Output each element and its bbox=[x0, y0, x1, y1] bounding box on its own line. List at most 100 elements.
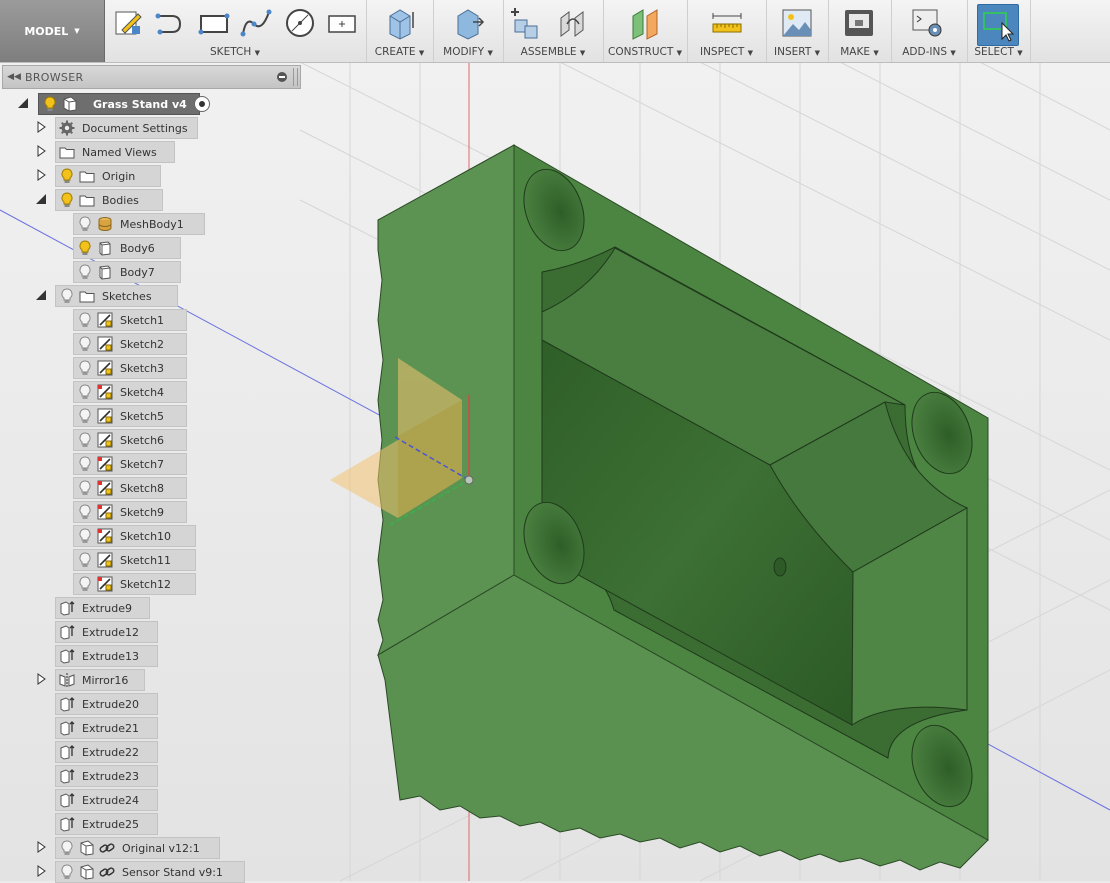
collapsed-arrow-icon[interactable] bbox=[35, 865, 47, 877]
insert-image-icon[interactable] bbox=[781, 6, 813, 40]
lightbulb-off-icon[interactable] bbox=[76, 575, 94, 593]
extrude12-node[interactable]: Extrude12 bbox=[55, 621, 158, 643]
tree-row-extrude22[interactable]: Extrude22 bbox=[0, 740, 300, 763]
tree-row-body6[interactable]: Body6 bbox=[0, 236, 300, 259]
sketch11-node[interactable]: Sketch11 bbox=[73, 549, 196, 571]
sketch10-node[interactable]: Sketch10 bbox=[73, 525, 196, 547]
modify-menu[interactable]: MODIFY ▼ bbox=[433, 46, 503, 58]
tree-row-extrude13[interactable]: Extrude13 bbox=[0, 644, 300, 667]
expanded-arrow-icon[interactable] bbox=[35, 289, 47, 301]
collapsed-arrow-icon[interactable] bbox=[35, 145, 47, 157]
origin-folder-node[interactable]: Origin bbox=[55, 165, 161, 187]
line-icon[interactable] bbox=[154, 6, 186, 40]
make-menu[interactable]: MAKE ▼ bbox=[828, 46, 891, 58]
tree-row-extrude24[interactable]: Extrude24 bbox=[0, 788, 300, 811]
tree-row-sketch12[interactable]: Sketch12 bbox=[0, 572, 300, 595]
extrude9-node[interactable]: Extrude9 bbox=[55, 597, 150, 619]
collapsed-arrow-icon[interactable] bbox=[35, 121, 47, 133]
workspace-switcher-button[interactable]: MODEL ▼ bbox=[0, 0, 105, 62]
lightbulb-off-icon[interactable] bbox=[76, 335, 94, 353]
tree-row-sketch6[interactable]: Sketch6 bbox=[0, 428, 300, 451]
collapsed-arrow-icon[interactable] bbox=[35, 673, 47, 685]
tree-row-sketch3[interactable]: Sketch3 bbox=[0, 356, 300, 379]
tree-row-sketch7[interactable]: Sketch7 bbox=[0, 452, 300, 475]
original-component-node[interactable]: Original v12:1 bbox=[55, 837, 220, 859]
origin-point[interactable] bbox=[464, 475, 474, 485]
lightbulb-off-icon[interactable] bbox=[58, 287, 76, 305]
create-menu[interactable]: CREATE ▼ bbox=[366, 46, 433, 58]
sketch2-node[interactable]: Sketch2 bbox=[73, 333, 187, 355]
lightbulb-on-icon[interactable] bbox=[58, 167, 76, 185]
extrude23-node[interactable]: Extrude23 bbox=[55, 765, 158, 787]
extrude25-node[interactable]: Extrude25 bbox=[55, 813, 158, 835]
extrude20-node[interactable]: Extrude20 bbox=[55, 693, 158, 715]
lightbulb-off-icon[interactable] bbox=[76, 431, 94, 449]
measure-icon[interactable] bbox=[711, 6, 743, 40]
lightbulb-off-icon[interactable] bbox=[76, 503, 94, 521]
tree-row-sketch1[interactable]: Sketch1 bbox=[0, 308, 300, 331]
tree-row-extrude12[interactable]: Extrude12 bbox=[0, 620, 300, 643]
tree-row-sketch11[interactable]: Sketch11 bbox=[0, 548, 300, 571]
sketch1-node[interactable]: Sketch1 bbox=[73, 309, 187, 331]
collapse-panel-icon[interactable]: ◀◀ bbox=[3, 72, 25, 82]
sketch-menu[interactable]: SKETCH ▼ bbox=[104, 46, 366, 58]
sketch5-node[interactable]: Sketch5 bbox=[73, 405, 187, 427]
extrude22-node[interactable]: Extrude22 bbox=[55, 741, 158, 763]
tree-row-origin-folder[interactable]: Origin bbox=[0, 164, 300, 187]
tree-row-named-views[interactable]: Named Views bbox=[0, 140, 300, 163]
lightbulb-off-icon[interactable] bbox=[76, 359, 94, 377]
expanded-arrow-icon[interactable] bbox=[17, 97, 29, 109]
insert-menu[interactable]: INSERT ▼ bbox=[766, 46, 828, 58]
lightbulb-off-icon[interactable] bbox=[76, 263, 94, 281]
tree-row-document-settings[interactable]: Document Settings bbox=[0, 116, 300, 139]
lightbulb-on-icon[interactable] bbox=[76, 239, 94, 257]
tree-row-sketch2[interactable]: Sketch2 bbox=[0, 332, 300, 355]
new-component-icon[interactable] bbox=[511, 6, 543, 40]
inspect-menu[interactable]: INSPECT ▼ bbox=[687, 46, 766, 58]
sketch4-node[interactable]: Sketch4 bbox=[73, 381, 187, 403]
sketch9-node[interactable]: Sketch9 bbox=[73, 501, 187, 523]
minimize-panel-icon[interactable] bbox=[277, 72, 287, 82]
tree-row-extrude20[interactable]: Extrude20 bbox=[0, 692, 300, 715]
lightbulb-off-icon[interactable] bbox=[76, 551, 94, 569]
lightbulb-off-icon[interactable] bbox=[76, 383, 94, 401]
lightbulb-off-icon[interactable] bbox=[76, 455, 94, 473]
meshbody1-node[interactable]: MeshBody1 bbox=[73, 213, 205, 235]
lightbulb-on-icon[interactable] bbox=[58, 191, 76, 209]
circle-icon[interactable] bbox=[284, 6, 316, 40]
spline-icon[interactable] bbox=[240, 6, 272, 40]
offset-plane-icon[interactable] bbox=[629, 6, 661, 40]
scripts-addins-icon[interactable] bbox=[911, 6, 943, 40]
press-pull-icon[interactable] bbox=[453, 6, 485, 40]
body7-node[interactable]: Body7 bbox=[73, 261, 181, 283]
tree-row-body7[interactable]: Body7 bbox=[0, 260, 300, 283]
tree-row-sketch8[interactable]: Sketch8 bbox=[0, 476, 300, 499]
tree-row-sketch4[interactable]: Sketch4 bbox=[0, 380, 300, 403]
tree-row-sketch5[interactable]: Sketch5 bbox=[0, 404, 300, 427]
mirror16-node[interactable]: Mirror16 bbox=[55, 669, 145, 691]
construct-menu[interactable]: CONSTRUCT ▼ bbox=[603, 46, 687, 58]
lightbulb-off-icon[interactable] bbox=[58, 863, 76, 881]
select-tool-button[interactable] bbox=[977, 4, 1019, 46]
extrude13-node[interactable]: Extrude13 bbox=[55, 645, 158, 667]
lightbulb-off-icon[interactable] bbox=[58, 839, 76, 857]
lightbulb-on-icon[interactable] bbox=[41, 95, 59, 113]
sketch3-node[interactable]: Sketch3 bbox=[73, 357, 187, 379]
sketches-folder-node[interactable]: Sketches bbox=[55, 285, 178, 307]
lightbulb-off-icon[interactable] bbox=[76, 311, 94, 329]
document-settings-node[interactable]: Document Settings bbox=[55, 117, 198, 139]
lightbulb-off-icon[interactable] bbox=[76, 479, 94, 497]
tree-row-extrude23[interactable]: Extrude23 bbox=[0, 764, 300, 787]
sketch6-node[interactable]: Sketch6 bbox=[73, 429, 187, 451]
assemble-menu[interactable]: ASSEMBLE ▼ bbox=[503, 46, 603, 58]
sketch7-node[interactable]: Sketch7 bbox=[73, 453, 187, 475]
collapsed-arrow-icon[interactable] bbox=[35, 841, 47, 853]
activate-component-radio[interactable] bbox=[194, 96, 210, 112]
sensor-stand-component-node[interactable]: Sensor Stand v9:1 bbox=[55, 861, 245, 883]
named-views-node[interactable]: Named Views bbox=[55, 141, 175, 163]
tree-row-extrude21[interactable]: Extrude21 bbox=[0, 716, 300, 739]
select-menu[interactable]: SELECT ▼ bbox=[967, 46, 1030, 58]
tree-row-sensor-stand-component[interactable]: Sensor Stand v9:1 bbox=[0, 860, 300, 883]
tree-row-sketch10[interactable]: Sketch10 bbox=[0, 524, 300, 547]
extrude-icon[interactable] bbox=[384, 6, 416, 40]
